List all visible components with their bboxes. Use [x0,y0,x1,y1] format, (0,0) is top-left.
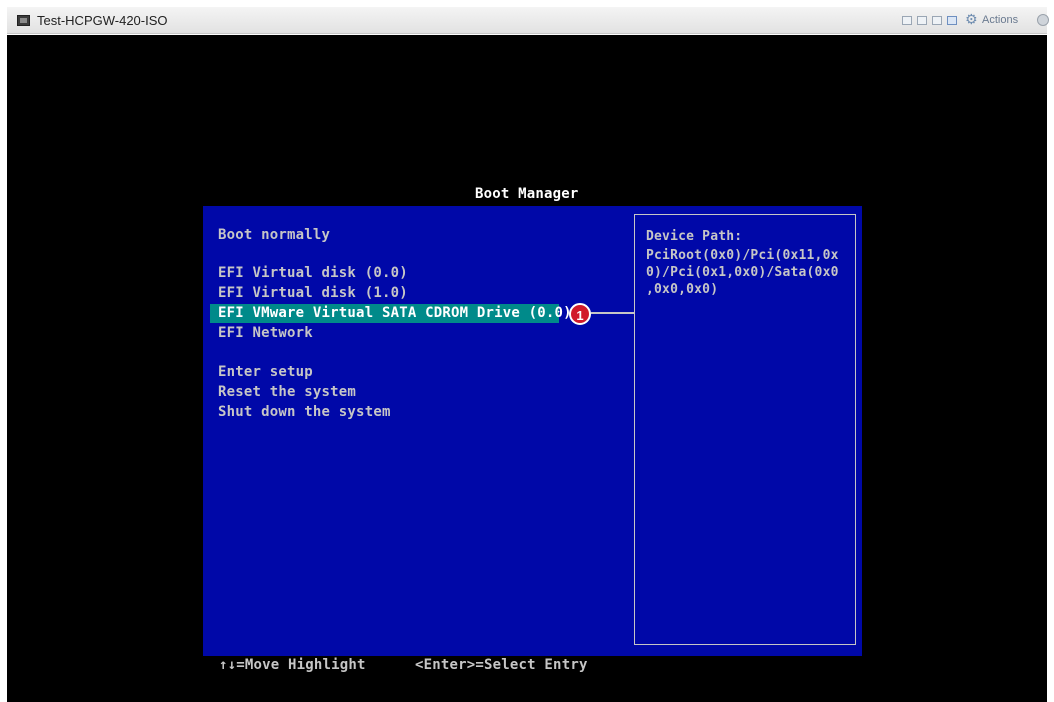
close-icon[interactable] [1037,14,1049,26]
boot-option-shut-down[interactable]: Shut down the system [218,403,391,421]
network-icon[interactable] [947,16,957,25]
boot-option-reset-system[interactable]: Reset the system [218,383,356,401]
virtual-machine-icon [17,15,30,26]
boot-manager-panel: Boot normally EFI Virtual disk (0.0) EFI… [203,206,862,656]
vm-console[interactable]: Boot Manager Boot normally EFI Virtual d… [7,35,1047,702]
footer-move-hint: ↑↓=Move Highlight [219,657,366,673]
actions-menu-button[interactable]: Actions [982,14,1018,26]
device-path-heading: Device Path: [646,229,743,244]
callout-badge: 1 [569,303,591,325]
device-path-line: PciRoot(0x0)/Pci(0x11,0x [646,248,839,263]
window-title-bar: Test-HCPGW-420-ISO ⚙ Actions [7,7,1049,34]
callout-connector [591,312,634,314]
boot-option-network[interactable]: EFI Network [218,324,313,342]
gear-icon[interactable]: ⚙ [965,13,978,27]
device-path-line: ,0x0,0x0) [646,282,719,297]
console-icon[interactable] [902,16,912,25]
device-path-line: 0)/Pci(0x1,0x0)/Sata(0x0 [646,265,839,280]
footer-select-hint: <Enter>=Select Entry [415,657,588,673]
snapshot-icon[interactable] [917,16,927,25]
boot-option-virtual-disk-0[interactable]: EFI Virtual disk (0.0) [218,264,408,282]
boot-option-boot-normally[interactable]: Boot normally [218,226,330,244]
window-icon[interactable] [932,16,942,25]
window-title: Test-HCPGW-420-ISO [37,13,168,28]
boot-manager-title: Boot Manager [475,186,579,202]
boot-option-enter-setup[interactable]: Enter setup [218,363,313,381]
device-path-box: Device Path: PciRoot(0x0)/Pci(0x11,0x 0)… [634,214,856,645]
boot-option-virtual-disk-1[interactable]: EFI Virtual disk (1.0) [218,284,408,302]
boot-option-cdrom-drive[interactable]: EFI VMware Virtual SATA CDROM Drive (0.0… [218,304,572,322]
